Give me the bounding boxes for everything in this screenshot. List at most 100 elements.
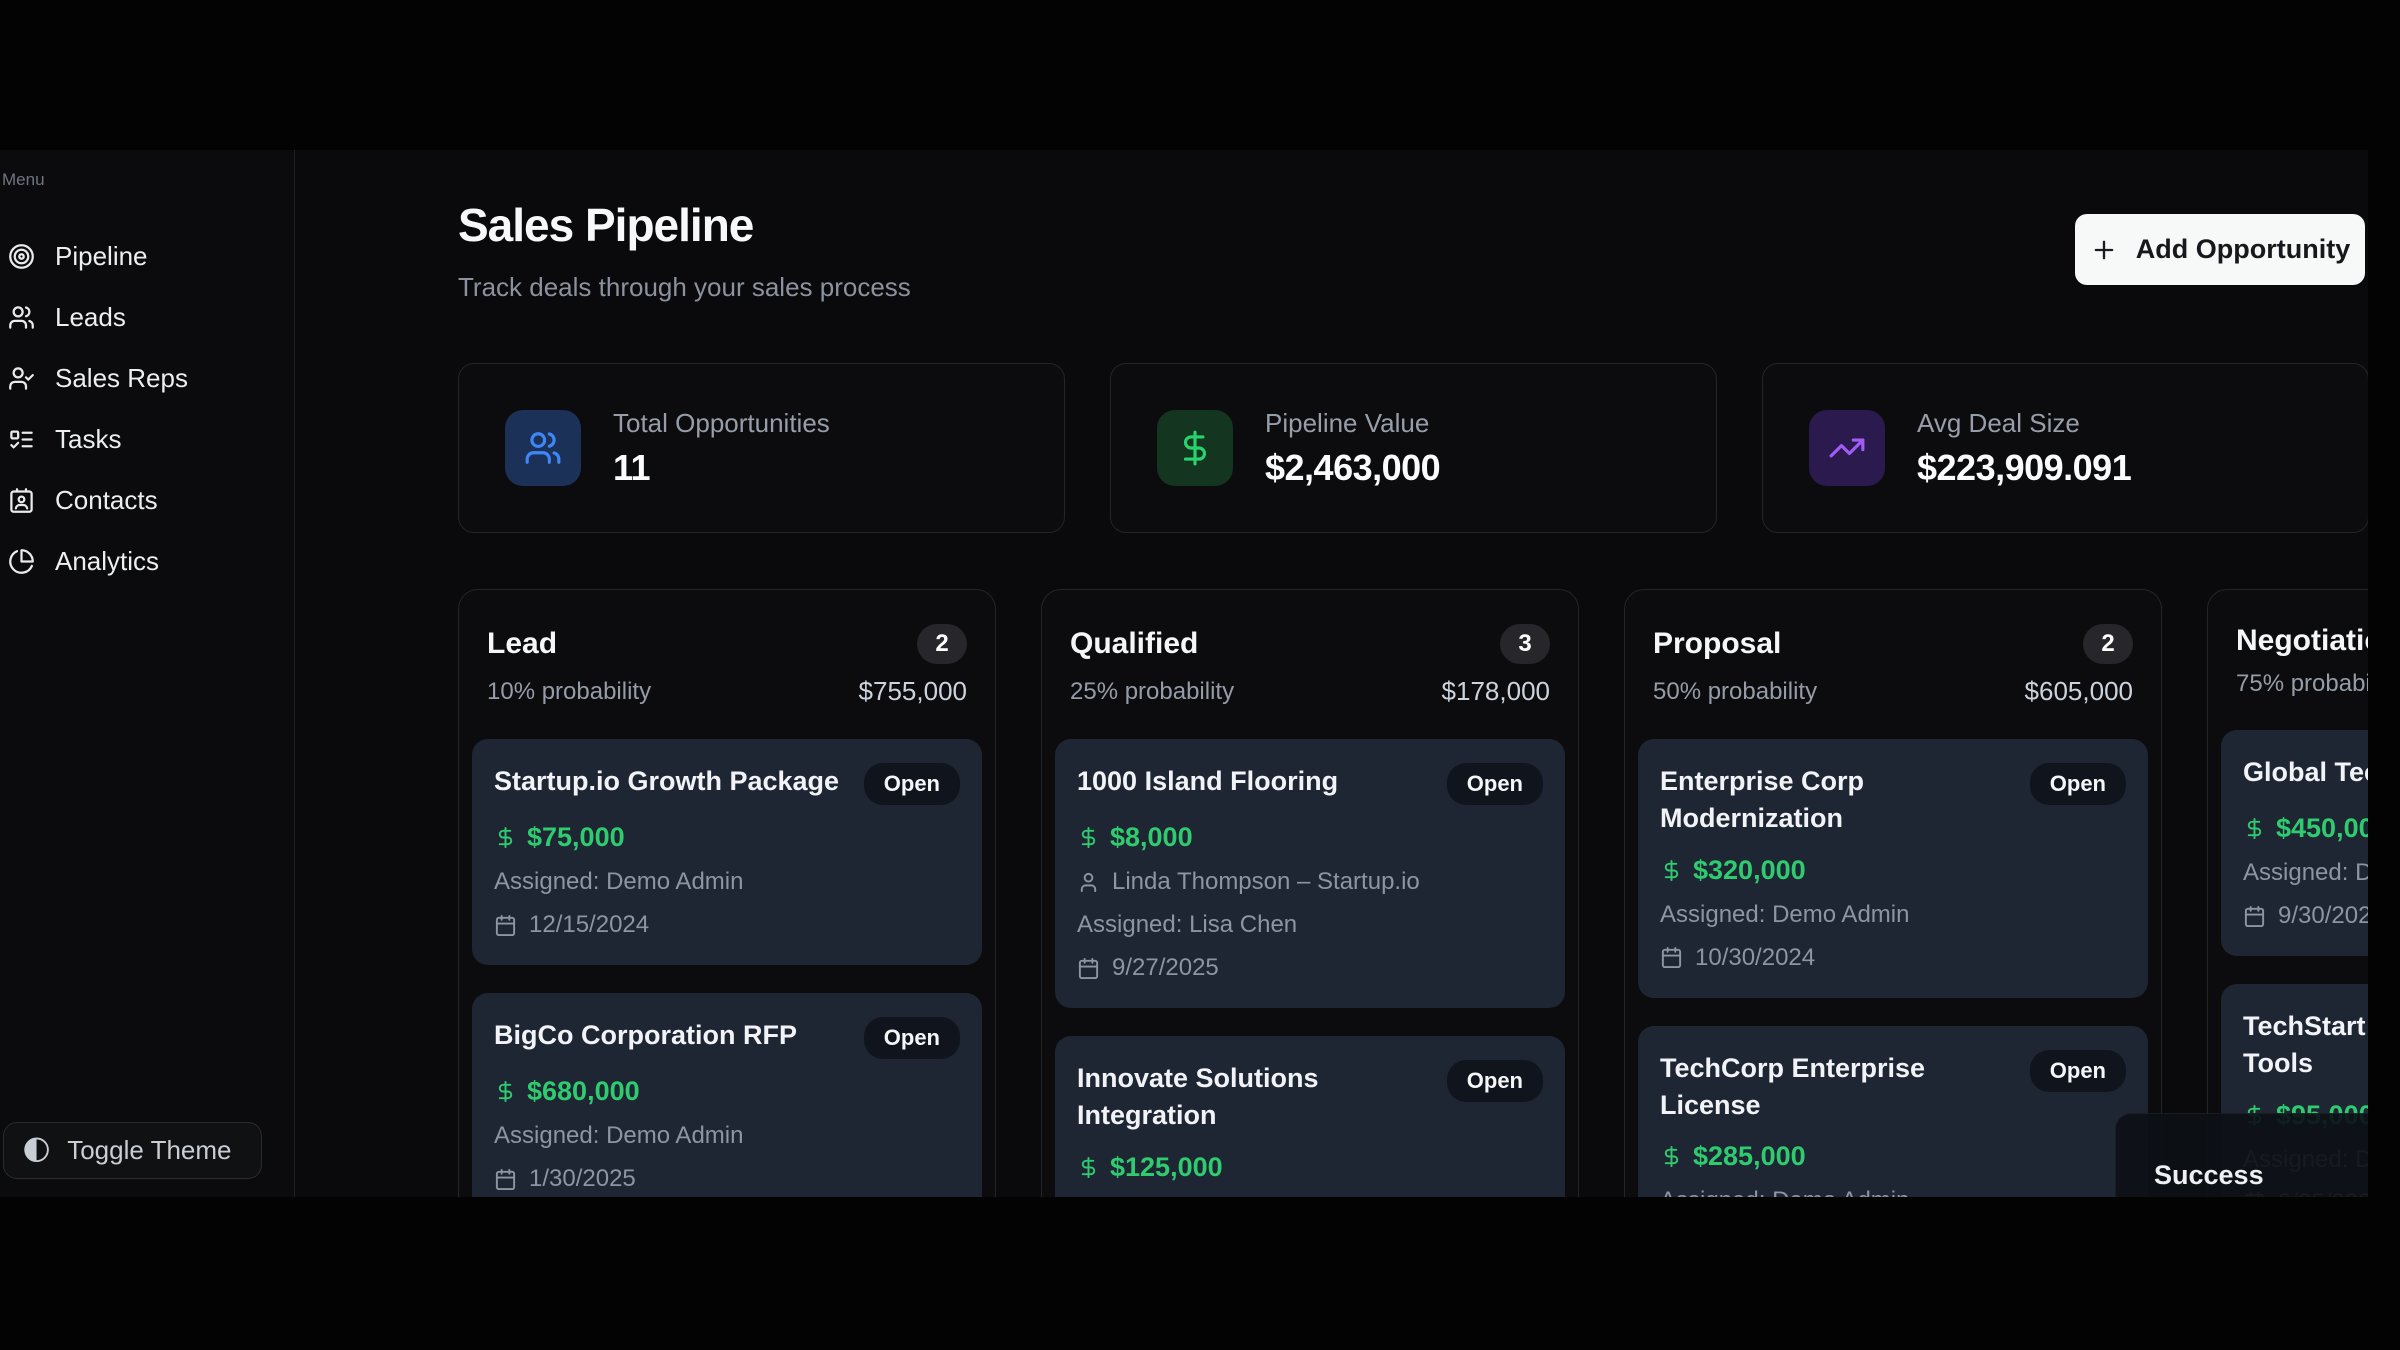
column-probability: 25% probability [1070, 678, 1234, 706]
opportunity-assigned: Assigned: Demo Admin [1660, 901, 1909, 929]
opportunity-assigned: Assigned: Demo Admin [2243, 859, 2368, 887]
sidebar-item-label: Tasks [55, 424, 121, 455]
opportunity-card[interactable]: Innovate Solutions Integration Open $125… [1055, 1036, 1565, 1197]
stat-card: Total Opportunities 11 [458, 363, 1065, 533]
sidebar-item[interactable]: Contacts [0, 470, 294, 531]
opportunity-amount: $680,000 [527, 1076, 640, 1107]
toast-title: Success [2154, 1160, 2368, 1191]
stat-card: Avg Deal Size $223,909.091 [1762, 363, 2368, 533]
opportunity-card[interactable]: Startup.io Growth Package Open $75,000 [472, 739, 982, 965]
sidebar-item-label: Analytics [55, 546, 159, 577]
status-badge: Open [2030, 1050, 2126, 1092]
status-badge: Open [1447, 1060, 1543, 1102]
opportunity-title: 1000 Island Flooring [1077, 763, 1338, 800]
dollar-sign-icon [1660, 859, 1683, 882]
dollar-sign-icon [494, 1080, 517, 1103]
opportunity-date: 9/27/2025 [1112, 954, 1219, 982]
column-probability: 10% probability [487, 678, 651, 706]
column-name: Proposal [1653, 627, 1781, 661]
pipeline-board: Lead 2 10% probability $755,000 Startup.… [458, 589, 2368, 1197]
opportunity-amount: $450,000 [2276, 813, 2368, 844]
opportunity-card[interactable]: BigCo Corporation RFP Open $680,000 [472, 993, 982, 1197]
calendar-icon [1077, 957, 1100, 980]
column-count-badge: 2 [917, 624, 967, 664]
opportunity-card[interactable]: 1000 Island Flooring Open $8,000 Linda T… [1055, 739, 1565, 1008]
pipeline-column: Proposal 2 50% probability $605,000 Ente… [1624, 589, 2162, 1197]
opportunity-card[interactable]: TechCorp Enterprise License Open $285,00… [1638, 1026, 2148, 1198]
contact-icon [8, 487, 35, 514]
dollar-sign-icon [1077, 826, 1100, 849]
page-title: Sales Pipeline [458, 198, 753, 252]
target-icon [8, 243, 35, 270]
opportunity-title: Startup.io Growth Package [494, 763, 839, 800]
status-badge: Open [1447, 763, 1543, 805]
stats-row: Total Opportunities 11 Pipeline Value $2… [458, 363, 2368, 533]
calendar-icon [494, 914, 517, 937]
opportunity-date: 10/30/2024 [1695, 944, 1815, 972]
opportunity-amount: $125,000 [1110, 1152, 1223, 1183]
user-check-icon [8, 365, 35, 392]
add-opportunity-label: Add Opportunity [2136, 234, 2350, 265]
user-icon [1077, 871, 1100, 894]
stat-label: Avg Deal Size [1917, 408, 2131, 439]
opportunity-title: TechStart Tools [2243, 1008, 2366, 1083]
stat-icon-tile [505, 410, 581, 486]
column-cards: Enterprise Corp Modernization Open $320,… [1638, 739, 2148, 1197]
column-count-badge: 2 [2083, 624, 2133, 664]
column-name: Negotiation [2236, 624, 2368, 658]
success-toast[interactable]: Success [2115, 1113, 2368, 1197]
dollar-sign-icon [2243, 817, 2266, 840]
calendar-icon [1660, 946, 1683, 969]
column-total: $605,000 [2025, 676, 2133, 707]
column-cards: 1000 Island Flooring Open $8,000 Linda T… [1055, 739, 1565, 1197]
trending-up-icon [1828, 429, 1866, 467]
stat-value: $2,463,000 [1265, 447, 1440, 489]
opportunity-date: 12/15/2024 [529, 911, 649, 939]
sidebar-item-label: Pipeline [55, 241, 148, 272]
status-badge: Open [2030, 763, 2126, 805]
sidebar-item[interactable]: Pipeline [0, 226, 294, 287]
stat-value: $223,909.091 [1917, 447, 2131, 489]
column-probability: 50% probability [1653, 678, 1817, 706]
opportunity-title: Enterprise Corp Modernization [1660, 763, 2012, 838]
pipeline-column: Qualified 3 25% probability $178,000 100… [1041, 589, 1579, 1197]
dollar-sign-icon [1660, 1145, 1683, 1168]
opportunity-assigned: Assigned: Demo Admin [494, 1122, 743, 1150]
opportunity-amount: $320,000 [1693, 855, 1806, 886]
app-window: Menu Pipeline [0, 150, 2368, 1197]
stat-icon-tile [1157, 410, 1233, 486]
opportunity-card[interactable]: Global Tech Open $450,000 [2221, 730, 2368, 956]
opportunity-assigned: Assigned: Demo Admin [494, 868, 743, 896]
sidebar-item-label: Sales Reps [55, 363, 188, 394]
sidebar-item[interactable]: Analytics [0, 531, 294, 592]
page-subtitle: Track deals through your sales process [458, 272, 911, 303]
column-probability: 75% probability [2236, 670, 2368, 698]
plus-icon [2090, 236, 2118, 264]
column-total: $178,000 [1442, 676, 1550, 707]
sidebar-item-label: Leads [55, 302, 126, 333]
opportunity-contact: Linda Thompson – Startup.io [1112, 868, 1420, 896]
stat-label: Pipeline Value [1265, 408, 1440, 439]
opportunity-amount: $285,000 [1693, 1141, 1806, 1172]
stat-label: Total Opportunities [613, 408, 830, 439]
dollar-sign-icon [1176, 429, 1214, 467]
pipeline-column: Negotiation 75% probability Global Tech … [2207, 589, 2368, 1197]
add-opportunity-button[interactable]: Add Opportunity [2075, 214, 2365, 285]
dollar-sign-icon [1077, 1156, 1100, 1179]
sidebar-nav: Pipeline Leads [0, 226, 294, 592]
opportunity-assigned: Assigned: Lisa Chen [1077, 911, 1297, 939]
sidebar-item-label: Contacts [55, 485, 158, 516]
users-icon [524, 429, 562, 467]
sidebar-menu-label: Menu [2, 170, 294, 190]
status-badge: Open [864, 763, 960, 805]
opportunity-amount: $75,000 [527, 822, 625, 853]
sidebar-item[interactable]: Leads [0, 287, 294, 348]
calendar-icon [2243, 905, 2266, 928]
sidebar-item[interactable]: Sales Reps [0, 348, 294, 409]
toggle-theme-label: Toggle Theme [67, 1135, 231, 1166]
opportunity-card[interactable]: Enterprise Corp Modernization Open $320,… [1638, 739, 2148, 998]
sidebar-item[interactable]: Tasks [0, 409, 294, 470]
toggle-theme-button[interactable]: 🌓 Toggle Theme [3, 1122, 262, 1179]
column-total: $755,000 [859, 676, 967, 707]
stat-card: Pipeline Value $2,463,000 [1110, 363, 1717, 533]
